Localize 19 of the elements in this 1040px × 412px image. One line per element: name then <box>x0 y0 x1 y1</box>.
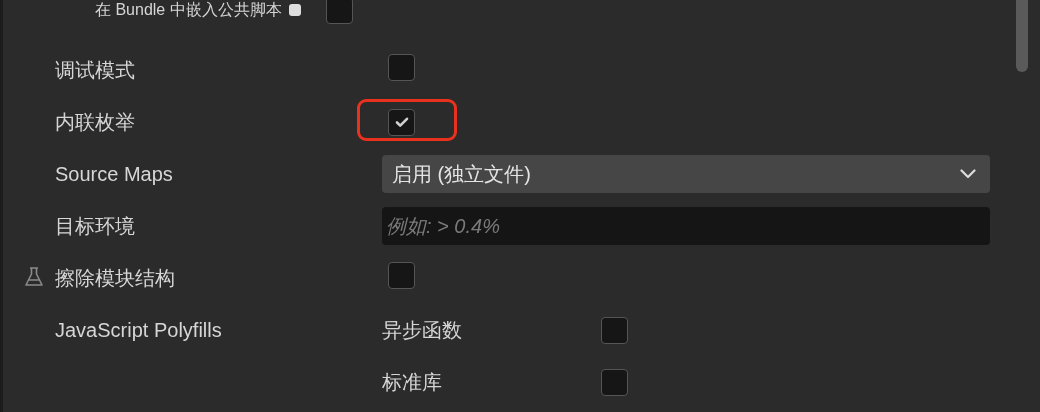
setting-label: 内联枚举 <box>55 110 135 133</box>
source-maps-dropdown[interactable]: 启用 (独立文件) <box>382 155 990 193</box>
scrollbar[interactable] <box>1016 0 1028 72</box>
setting-label: 在 Bundle 中嵌入公共脚本 <box>95 0 282 20</box>
checkbox[interactable] <box>388 54 415 81</box>
checkbox[interactable] <box>325 0 353 24</box>
checkbox[interactable] <box>601 368 628 396</box>
option-label: 异步函数 <box>382 317 463 343</box>
setting-label: Source Maps <box>55 162 174 186</box>
setting-label: 擦除模块结构 <box>55 266 175 289</box>
setting-label: 目标环境 <box>55 213 136 239</box>
option-label: 标准库 <box>382 369 443 395</box>
checkbox[interactable] <box>601 316 628 344</box>
setting-label: JavaScript Polyfills <box>55 318 223 343</box>
checkbox[interactable] <box>388 108 415 136</box>
input-field[interactable]: 例如: > 0.4% <box>382 207 990 245</box>
checkbox[interactable] <box>388 262 415 289</box>
setting-label: 调试模式 <box>55 58 135 81</box>
chevron-down-icon <box>960 169 976 179</box>
